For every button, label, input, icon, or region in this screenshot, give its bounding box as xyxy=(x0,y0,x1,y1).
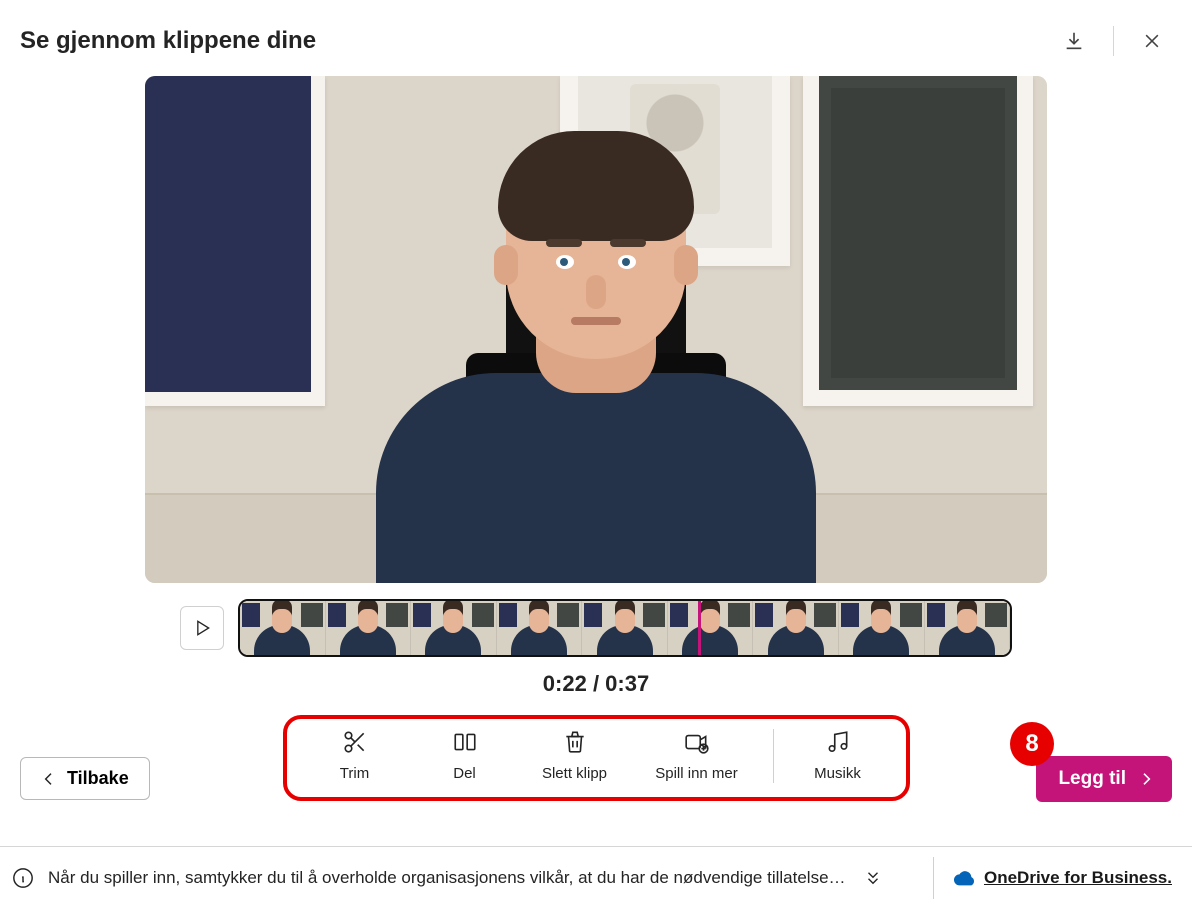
close-icon xyxy=(1142,31,1162,51)
onedrive-link[interactable]: OneDrive for Business. xyxy=(954,868,1180,888)
music-icon xyxy=(825,729,851,755)
back-button[interactable]: Tilbake xyxy=(20,757,150,800)
page-title: Se gjennom klippene dine xyxy=(20,27,316,55)
toolbar-divider xyxy=(773,729,774,783)
timeline-thumb[interactable] xyxy=(925,601,1011,655)
annotation-badge: 8 xyxy=(1010,722,1054,766)
play-icon xyxy=(192,618,212,638)
timeline[interactable] xyxy=(238,599,1012,657)
scissors-icon xyxy=(342,729,368,755)
chevron-left-icon xyxy=(41,771,57,787)
record-more-button[interactable]: Spill inn mer xyxy=(645,729,749,782)
video-preview[interactable] xyxy=(145,76,1047,583)
timeline-thumb[interactable] xyxy=(668,601,754,655)
footer-divider xyxy=(933,857,934,899)
chevron-right-icon xyxy=(1138,771,1154,787)
play-button[interactable] xyxy=(180,606,224,650)
timeline-thumb[interactable] xyxy=(411,601,497,655)
add-button[interactable]: Legg til xyxy=(1036,756,1172,802)
cloud-icon xyxy=(954,870,976,886)
music-button[interactable]: Musikk xyxy=(798,729,878,782)
trash-icon xyxy=(562,729,588,755)
camera-plus-icon xyxy=(683,729,711,755)
split-button[interactable]: Del xyxy=(425,729,505,782)
timeline-thumb[interactable] xyxy=(839,601,925,655)
timecode: 0:22 / 0:37 xyxy=(0,671,1192,697)
toolbar-highlight: Trim Del Slett klipp Spill inn mer Musik… xyxy=(283,715,910,801)
expand-message-button[interactable] xyxy=(860,865,886,891)
timeline-thumb[interactable] xyxy=(753,601,839,655)
download-icon xyxy=(1063,30,1085,52)
header-divider xyxy=(1113,26,1114,56)
close-button[interactable] xyxy=(1138,27,1166,55)
double-chevron-down-icon xyxy=(864,869,882,887)
delete-clip-button[interactable]: Slett klipp xyxy=(535,729,615,782)
trim-button[interactable]: Trim xyxy=(315,729,395,782)
download-button[interactable] xyxy=(1059,26,1089,56)
timeline-thumb[interactable] xyxy=(497,601,583,655)
timeline-thumb[interactable] xyxy=(326,601,412,655)
split-icon xyxy=(452,729,478,755)
timeline-thumb[interactable] xyxy=(240,601,326,655)
footer-message: Når du spiller inn, samtykker du til å o… xyxy=(48,868,846,888)
info-icon xyxy=(12,867,34,889)
playhead[interactable] xyxy=(698,599,701,657)
timeline-thumb[interactable] xyxy=(582,601,668,655)
